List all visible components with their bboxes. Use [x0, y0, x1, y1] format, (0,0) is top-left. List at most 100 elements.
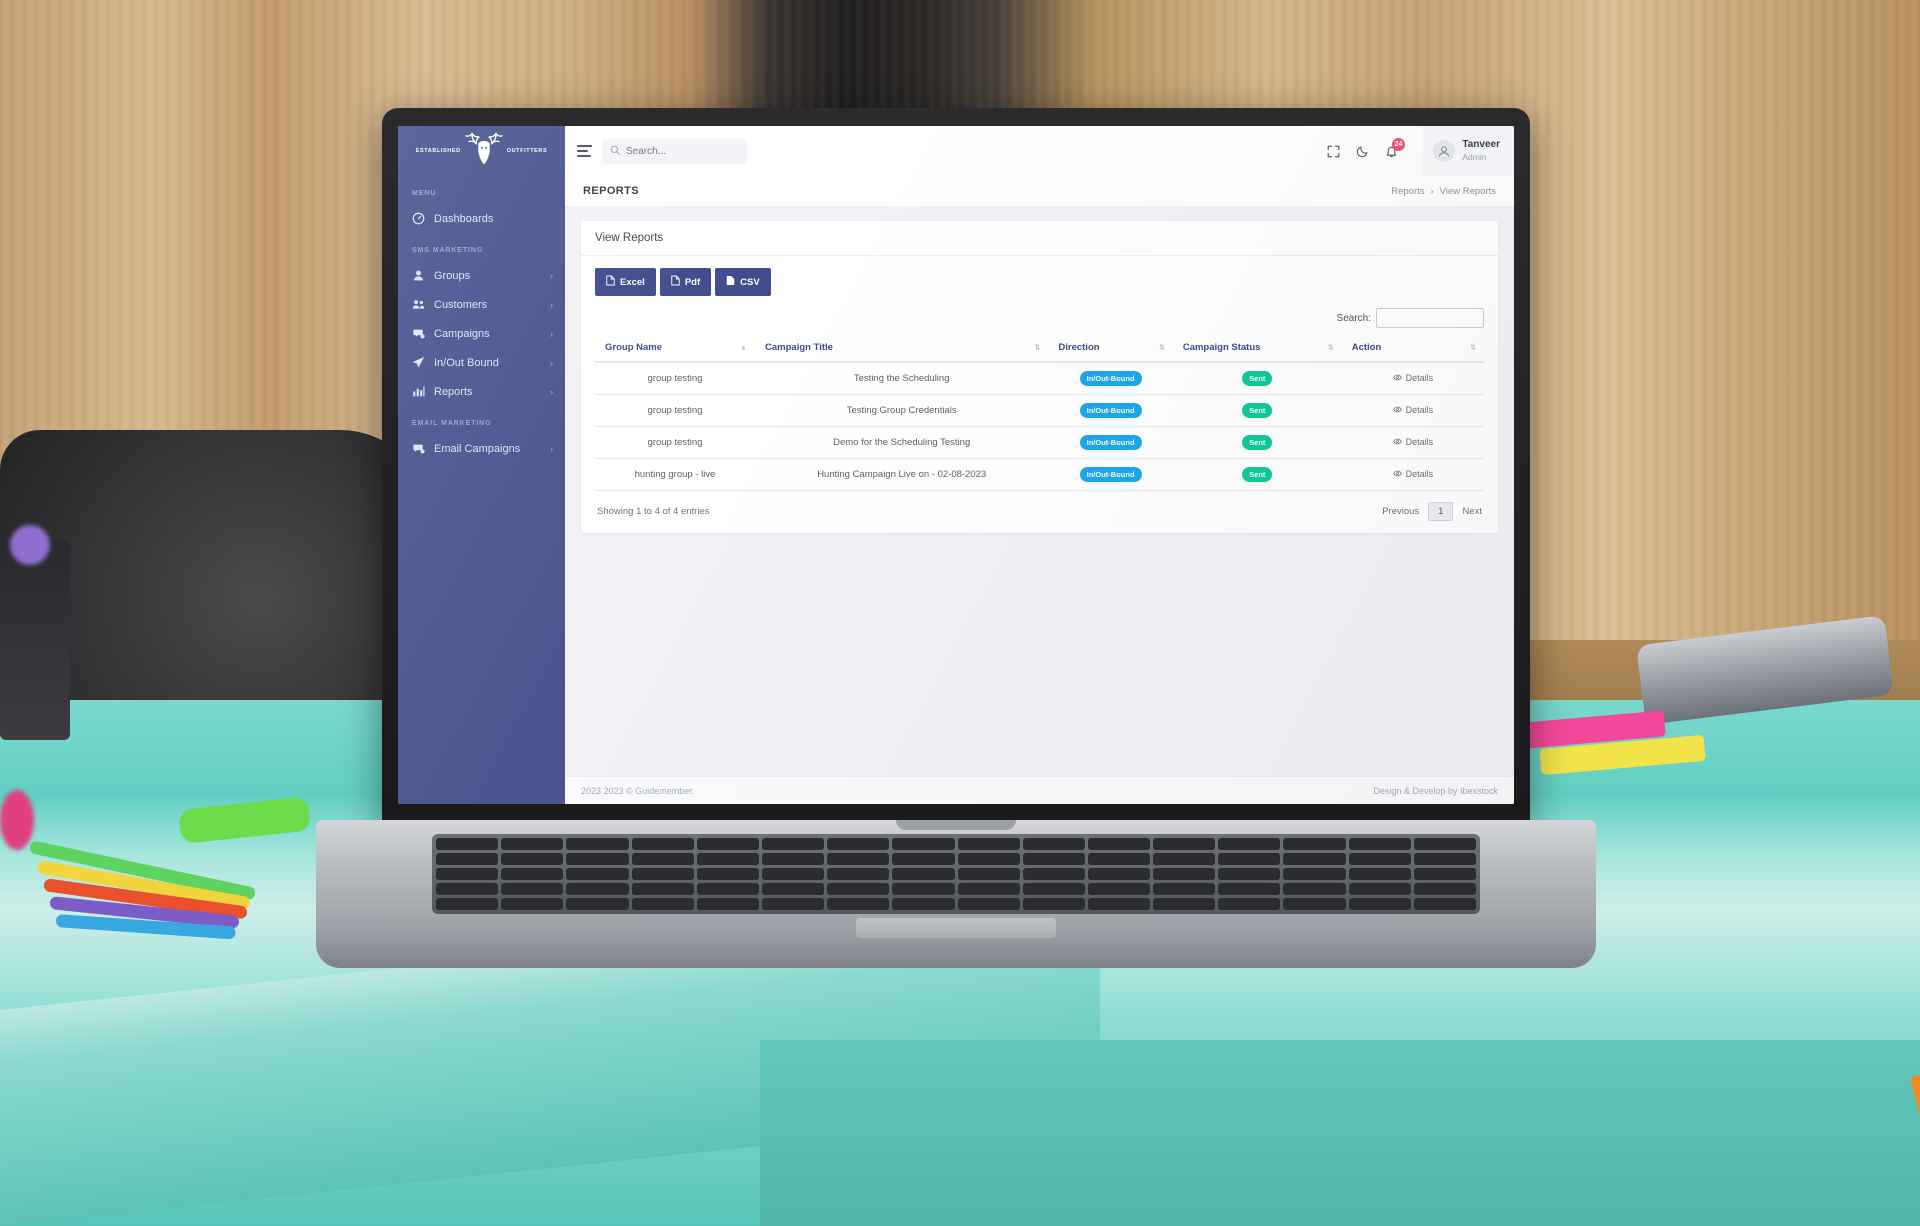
sidebar-item-label: Customers — [434, 298, 488, 311]
key — [1348, 853, 1411, 865]
column-label: Action — [1351, 342, 1382, 353]
chevron-right-icon: › — [550, 443, 553, 454]
purple-marker-cap — [10, 525, 50, 565]
details-button[interactable]: Details — [1392, 405, 1434, 416]
hamburger-icon[interactable] — [577, 145, 592, 157]
eye-icon — [1392, 437, 1402, 448]
details-button[interactable]: Details — [1392, 469, 1433, 480]
chevron-right-icon: › — [550, 328, 553, 339]
table-body: group testing Testing the Scheduling In/… — [595, 362, 1484, 491]
sort-icon: ⇅ — [1327, 344, 1334, 351]
key — [1283, 868, 1346, 880]
key — [631, 853, 694, 865]
table-row: group testing Testing Group Credentials … — [595, 394, 1484, 427]
key — [761, 868, 825, 880]
fullscreen-icon[interactable] — [1327, 145, 1340, 158]
details-label: Details — [1405, 405, 1434, 415]
key — [1022, 838, 1085, 850]
key — [501, 838, 564, 850]
sidebar-item-dashboards[interactable]: Dashboards — [398, 204, 565, 233]
sidebar-item-campaigns[interactable]: Campaigns › — [398, 319, 565, 348]
key — [827, 883, 890, 895]
card-body: Excel Pdf CSV Search: Group Name ▲ Campa… — [581, 256, 1498, 533]
sidebar-item-customers[interactable]: Customers › — [398, 290, 565, 319]
pagination-previous[interactable]: Previous — [1382, 506, 1419, 517]
search-input[interactable] — [626, 145, 739, 157]
key — [501, 853, 564, 865]
global-search[interactable] — [602, 138, 747, 164]
direction-badge: In/Out-Bound — [1079, 371, 1142, 386]
key — [892, 838, 955, 850]
key — [1087, 883, 1151, 895]
details-label: Details — [1405, 373, 1434, 383]
key — [1153, 853, 1216, 865]
details-button[interactable]: Details — [1392, 373, 1434, 384]
pink-eraser — [0, 790, 34, 850]
column-campaign-status[interactable]: Campaign Status ⇅ — [1172, 334, 1342, 363]
key — [761, 898, 825, 910]
app-footer: 2023 2023 © Guidemember. Design & Develo… — [565, 776, 1514, 804]
cell-campaign-status: Sent — [1172, 362, 1342, 395]
pagination-next[interactable]: Next — [1462, 506, 1482, 517]
key — [957, 883, 1020, 895]
sidebar-section-label-menu: MENU — [412, 190, 437, 197]
key — [1283, 853, 1346, 865]
topbar-icons: 24 — [1327, 137, 1412, 158]
key — [1348, 883, 1411, 895]
user-menu[interactable]: Tanveer Admin — [1422, 126, 1514, 176]
key — [1348, 838, 1411, 850]
column-campaign-title[interactable]: Campaign Title ⇅ — [755, 334, 1049, 363]
export-pdf-button[interactable]: Pdf — [659, 268, 712, 296]
cell-direction: In/Out-Bound — [1048, 458, 1173, 491]
file-pdf-icon — [671, 275, 680, 289]
deer-head-icon — [464, 130, 504, 173]
cell-group-name: group testing — [595, 362, 756, 395]
main-area: 24 Tanveer — [565, 126, 1514, 804]
breadcrumb-parent[interactable]: Reports — [1391, 186, 1424, 197]
export-button-group: Excel Pdf CSV — [595, 268, 1484, 296]
column-action[interactable]: Action ⇅ — [1341, 334, 1484, 363]
sidebar-section-label-sms-marketing: SMS MARKETING — [412, 247, 484, 254]
key — [1218, 838, 1281, 850]
column-group-name[interactable]: Group Name ▲ — [595, 334, 756, 363]
pagination-page-1[interactable]: 1 — [1428, 502, 1454, 521]
sort-icon: ⇅ — [1470, 344, 1476, 351]
key — [1022, 898, 1085, 910]
key — [761, 838, 825, 850]
key — [501, 883, 564, 895]
lid-notch — [896, 820, 1016, 830]
details-button[interactable]: Details — [1392, 437, 1433, 448]
breadcrumb-separator: › — [1430, 185, 1434, 197]
table-info: Showing 1 to 4 of 4 entries — [597, 506, 710, 517]
key — [1087, 868, 1151, 880]
key — [1283, 838, 1346, 850]
card-header: View Reports — [581, 221, 1498, 256]
key — [1153, 883, 1216, 895]
brand-logo[interactable]: ESTABLISHED OUTFITTERS — [398, 126, 565, 176]
file-excel-icon — [606, 275, 615, 289]
trackpad — [856, 918, 1056, 938]
table-search-input[interactable] — [1376, 308, 1484, 328]
moon-icon[interactable] — [1356, 145, 1369, 158]
sidebar-item-groups[interactable]: Groups › — [398, 261, 565, 290]
notification-count-badge: 24 — [1391, 137, 1406, 151]
sidebar-item-email-campaigns[interactable]: Email Campaigns › — [398, 434, 565, 463]
table-header-row: Group Name ▲ Campaign Title ⇅ Direction … — [595, 334, 1484, 363]
table-search-row: Search: — [595, 308, 1484, 328]
export-csv-label: CSV — [740, 276, 760, 288]
export-excel-button[interactable]: Excel — [595, 268, 656, 296]
bell-icon[interactable]: 24 — [1385, 137, 1406, 158]
key — [566, 898, 629, 910]
key — [696, 838, 759, 850]
dashboard-icon — [412, 212, 425, 225]
sidebar-item-reports[interactable]: Reports › — [398, 377, 565, 406]
column-direction[interactable]: Direction ⇅ — [1048, 334, 1173, 363]
sidebar-item-in-out-bound[interactable]: In/Out Bound › — [398, 348, 565, 377]
export-csv-button[interactable]: CSV — [715, 268, 771, 296]
status-badge: Sent — [1242, 435, 1273, 450]
key — [827, 853, 890, 865]
desk-front-panel — [760, 1040, 1920, 1226]
key — [696, 853, 759, 865]
pagination: Previous 1 Next — [1382, 502, 1482, 521]
key — [957, 838, 1020, 850]
